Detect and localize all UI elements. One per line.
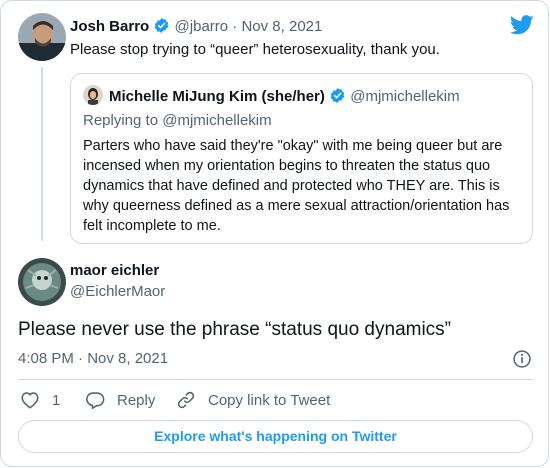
quoted-tweet-card[interactable]: Michelle MiJung Kim (she/her) @mjmichell… [70,73,533,244]
copy-link-button[interactable]: Copy link to Tweet [176,390,330,410]
quoted-handle[interactable]: @mjmichellekim [350,88,459,105]
actions-divider [18,379,533,380]
michelle-kim-avatar[interactable] [83,85,103,105]
explore-twitter-button[interactable]: Explore what's happening on Twitter [18,420,533,453]
reply-label: Reply [117,391,156,409]
like-count: 1 [52,391,61,409]
josh-barro-avatar[interactable] [18,13,66,61]
parent-tweet-text: Please stop trying to “queer” heterosexu… [70,41,440,58]
maor-eichler-avatar[interactable] [18,258,66,306]
replying-to-handle[interactable]: @mjmichellekim [162,112,271,129]
tweet-timestamp[interactable]: 4:08 PM · Nov 8, 2021 [18,350,168,367]
verified-badge-icon [155,18,169,33]
heart-icon [21,392,39,409]
verified-badge-icon [330,88,345,103]
quoted-tweet-text: Parters who have said they're "okay" wit… [83,138,510,234]
tweet-embed-card: Josh Barro @jbarro · Nov 8, 2021 Please … [0,0,549,467]
replying-to-label: Replying to [83,112,163,129]
twitter-bird-icon[interactable] [510,15,534,35]
parent-author-name[interactable]: Josh Barro [70,18,149,35]
reply-icon [86,392,105,409]
main-tweet-text: Please never use the phrase “status quo … [18,319,452,340]
like-button[interactable]: 1 [20,390,60,410]
parent-handle-date[interactable]: @jbarro · Nov 8, 2021 [175,18,323,35]
thread-connector-line [41,67,43,241]
main-author-name[interactable]: maor eichler [70,262,159,279]
copy-link-label: Copy link to Tweet [208,391,331,409]
link-icon [177,391,195,409]
info-icon[interactable] [512,349,532,369]
main-author-handle[interactable]: @EichlerMaor [70,283,165,300]
reply-button[interactable]: Reply [85,390,155,410]
quoted-author-name[interactable]: Michelle MiJung Kim (she/her) [109,88,325,105]
